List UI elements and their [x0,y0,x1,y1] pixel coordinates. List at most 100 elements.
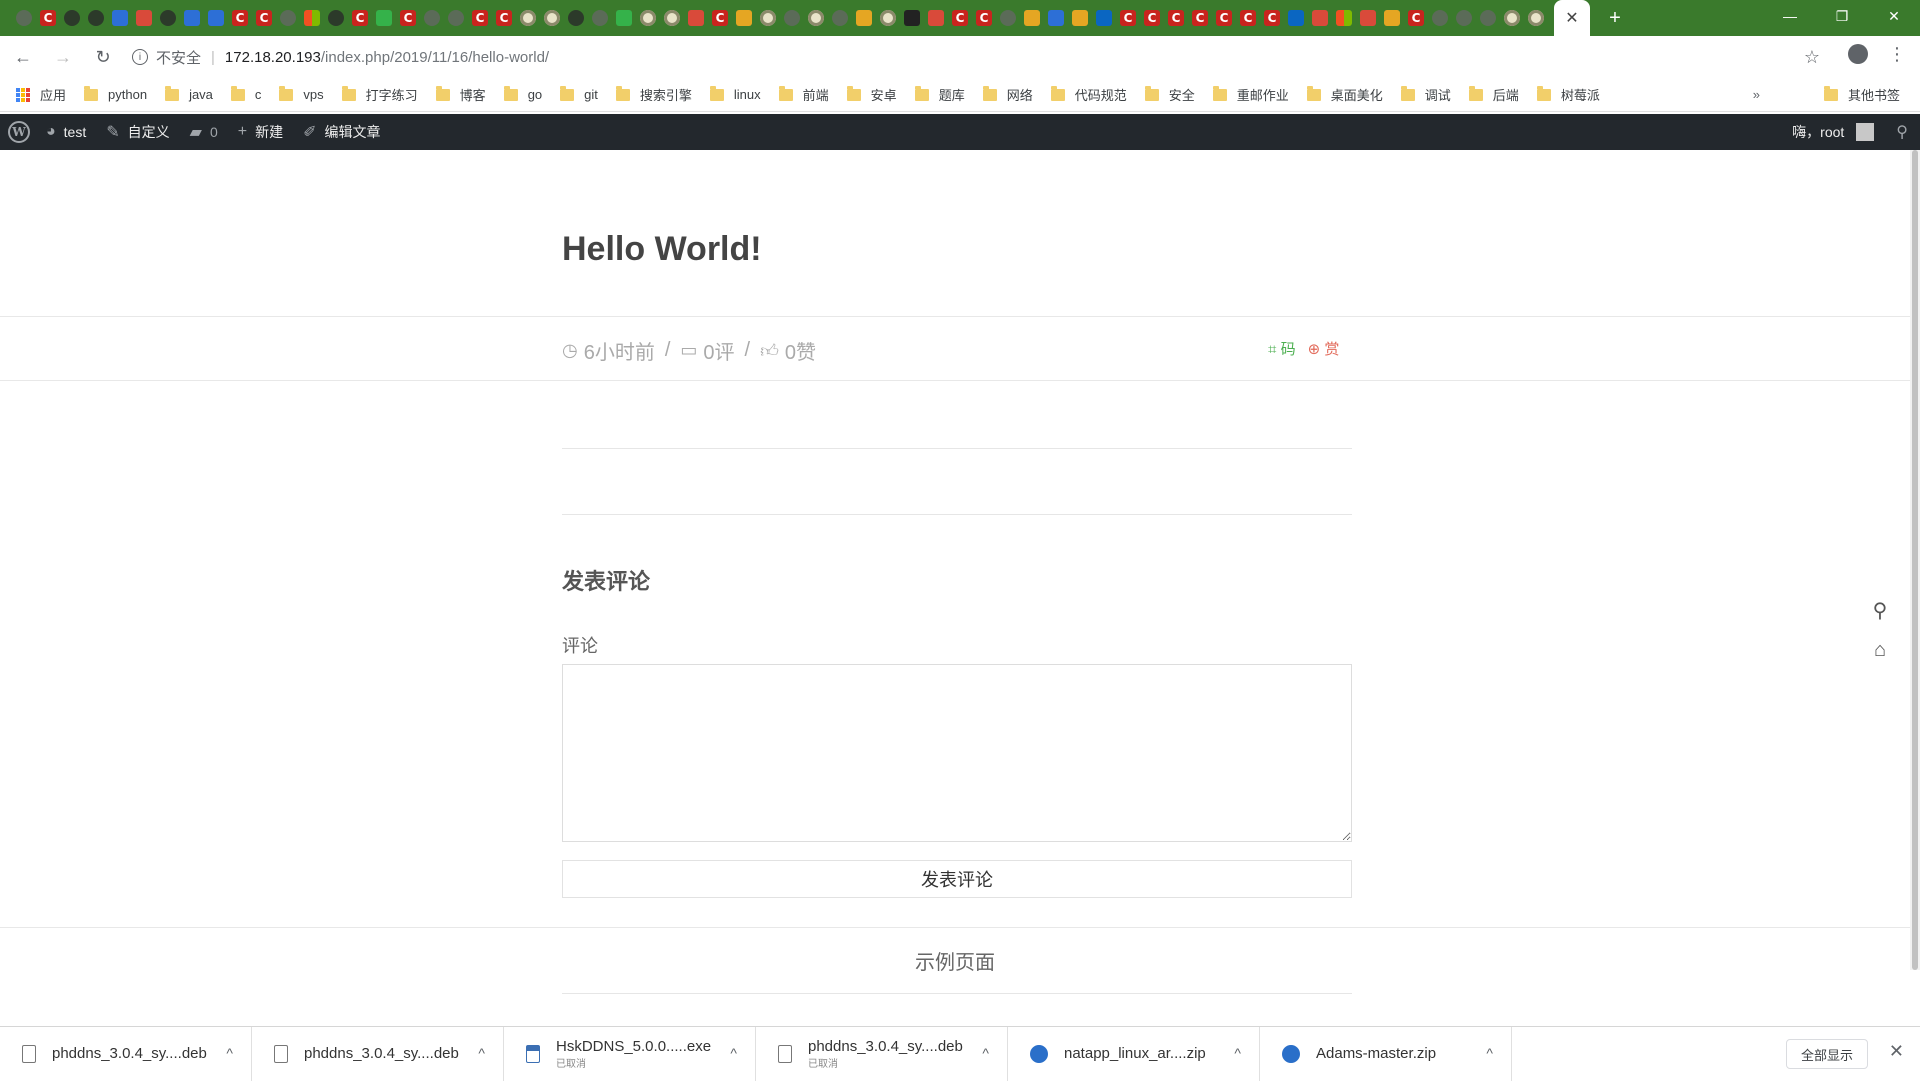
tab[interactable] [780,0,804,36]
bookmark-item[interactable]: 树莓派 [1536,85,1600,104]
tab[interactable] [1380,0,1404,36]
new-tab-button[interactable]: + [1600,0,1630,36]
tab[interactable] [540,0,564,36]
bookmark-item[interactable]: 应用 [16,85,66,104]
tab[interactable] [708,0,732,36]
tab[interactable] [492,0,516,36]
tab[interactable] [1188,0,1212,36]
tab[interactable] [684,0,708,36]
bookmark-item[interactable]: 安卓 [846,85,897,104]
tab[interactable] [612,0,636,36]
tab[interactable] [132,0,156,36]
tab[interactable] [228,0,252,36]
tab[interactable] [1308,0,1332,36]
bookmark-item[interactable]: 后端 [1468,85,1519,104]
download-item[interactable]: HskDDNS_5.0.0.....exe 已取消 ^ [504,1026,756,1081]
tab[interactable] [1452,0,1476,36]
tab[interactable] [1212,0,1236,36]
restore-button[interactable]: ❐ [1816,0,1868,32]
tab[interactable] [348,0,372,36]
edit-post-link[interactable]: ✐ 编辑文章 [303,122,380,142]
post-comments[interactable]: ▭ 0评 [680,336,734,365]
bookmark-star-icon[interactable]: ☆ [1804,47,1820,68]
tab[interactable] [60,0,84,36]
post-likes[interactable]: 👍︎ 0赞 [760,336,816,365]
tab[interactable] [732,0,756,36]
tab[interactable] [1284,0,1308,36]
bookmark-item[interactable]: c [230,85,261,102]
tab[interactable] [156,0,180,36]
url-host[interactable]: 172.18.20.193 [225,49,321,66]
back-button[interactable]: ← [6,40,40,74]
reward-button[interactable]: ⊕ 赏 [1308,338,1340,359]
bookmark-item[interactable]: git [560,85,598,102]
profile-icon[interactable] [1848,44,1868,64]
tab[interactable] [1140,0,1164,36]
tab[interactable] [1068,0,1092,36]
tab[interactable] [396,0,420,36]
tab[interactable] [756,0,780,36]
address-bar[interactable]: i 不安全 | 172.18.20.193 /index.php/2019/11… [120,41,1820,73]
show-all-downloads-button[interactable]: 全部显示 [1785,1039,1868,1069]
chevron-up-icon[interactable]: ^ [1486,1045,1493,1061]
tab[interactable] [84,0,108,36]
page-scrollbar[interactable] [1910,150,1920,970]
comments-link[interactable]: ▰ 0 [190,122,218,142]
tab[interactable] [252,0,276,36]
tab[interactable] [828,0,852,36]
tab[interactable] [1092,0,1116,36]
tab[interactable] [1236,0,1260,36]
info-icon[interactable]: i [132,49,148,65]
chevron-up-icon[interactable]: ^ [982,1045,989,1061]
comment-textarea[interactable] [562,664,1352,842]
tab[interactable] [300,0,324,36]
reload-button[interactable]: ↻ [86,40,120,74]
tab[interactable] [1116,0,1140,36]
minimize-button[interactable]: — [1764,0,1816,32]
tab[interactable] [108,0,132,36]
wordpress-logo-icon[interactable]: W [8,121,30,143]
bookmark-item[interactable]: go [503,85,542,102]
tab[interactable] [1428,0,1452,36]
tab[interactable] [660,0,684,36]
tab[interactable] [12,0,36,36]
tab[interactable] [972,0,996,36]
close-shelf-icon[interactable]: ✕ [1889,1041,1904,1062]
tab[interactable] [204,0,228,36]
tab[interactable] [924,0,948,36]
search-icon[interactable]: ⚲ [1873,598,1888,623]
tab[interactable] [1524,0,1548,36]
tab[interactable] [564,0,588,36]
tab[interactable] [276,0,300,36]
sample-page-link[interactable]: 示例页面 [0,946,1910,975]
bookmark-item[interactable]: 题库 [914,85,965,104]
tab[interactable] [852,0,876,36]
tab[interactable] [1260,0,1284,36]
tab[interactable] [36,0,60,36]
tab[interactable] [516,0,540,36]
tab[interactable] [1020,0,1044,36]
bookmark-item[interactable]: python [84,85,147,102]
tab[interactable] [588,0,612,36]
new-content-link[interactable]: + 新建 [238,122,283,142]
chevron-up-icon[interactable]: ^ [1234,1045,1241,1061]
tab[interactable] [1500,0,1524,36]
tab[interactable] [636,0,660,36]
bookmark-item[interactable]: 网络 [982,85,1033,104]
qr-code-button[interactable]: ⌗ 码 [1268,338,1296,359]
tab[interactable] [372,0,396,36]
tab[interactable] [1044,0,1068,36]
tab[interactable] [804,0,828,36]
tab[interactable] [996,0,1020,36]
download-item[interactable]: phddns_3.0.4_sy....deb ^ [0,1026,252,1081]
bookmark-item[interactable]: 重邮作业 [1212,85,1289,104]
url-path[interactable]: /index.php/2019/11/16/hello-world/ [321,49,549,66]
search-icon[interactable]: ⚲ [1896,122,1908,142]
tab[interactable] [900,0,924,36]
close-window-button[interactable]: ✕ [1868,0,1920,32]
bookmark-item[interactable]: 搜索引擎 [615,85,692,104]
tab[interactable] [1404,0,1428,36]
shirt-icon[interactable]: ⌂ [1874,639,1886,662]
active-tab[interactable]: ✕ [1554,0,1590,36]
security-label[interactable]: 不安全 [156,47,201,68]
